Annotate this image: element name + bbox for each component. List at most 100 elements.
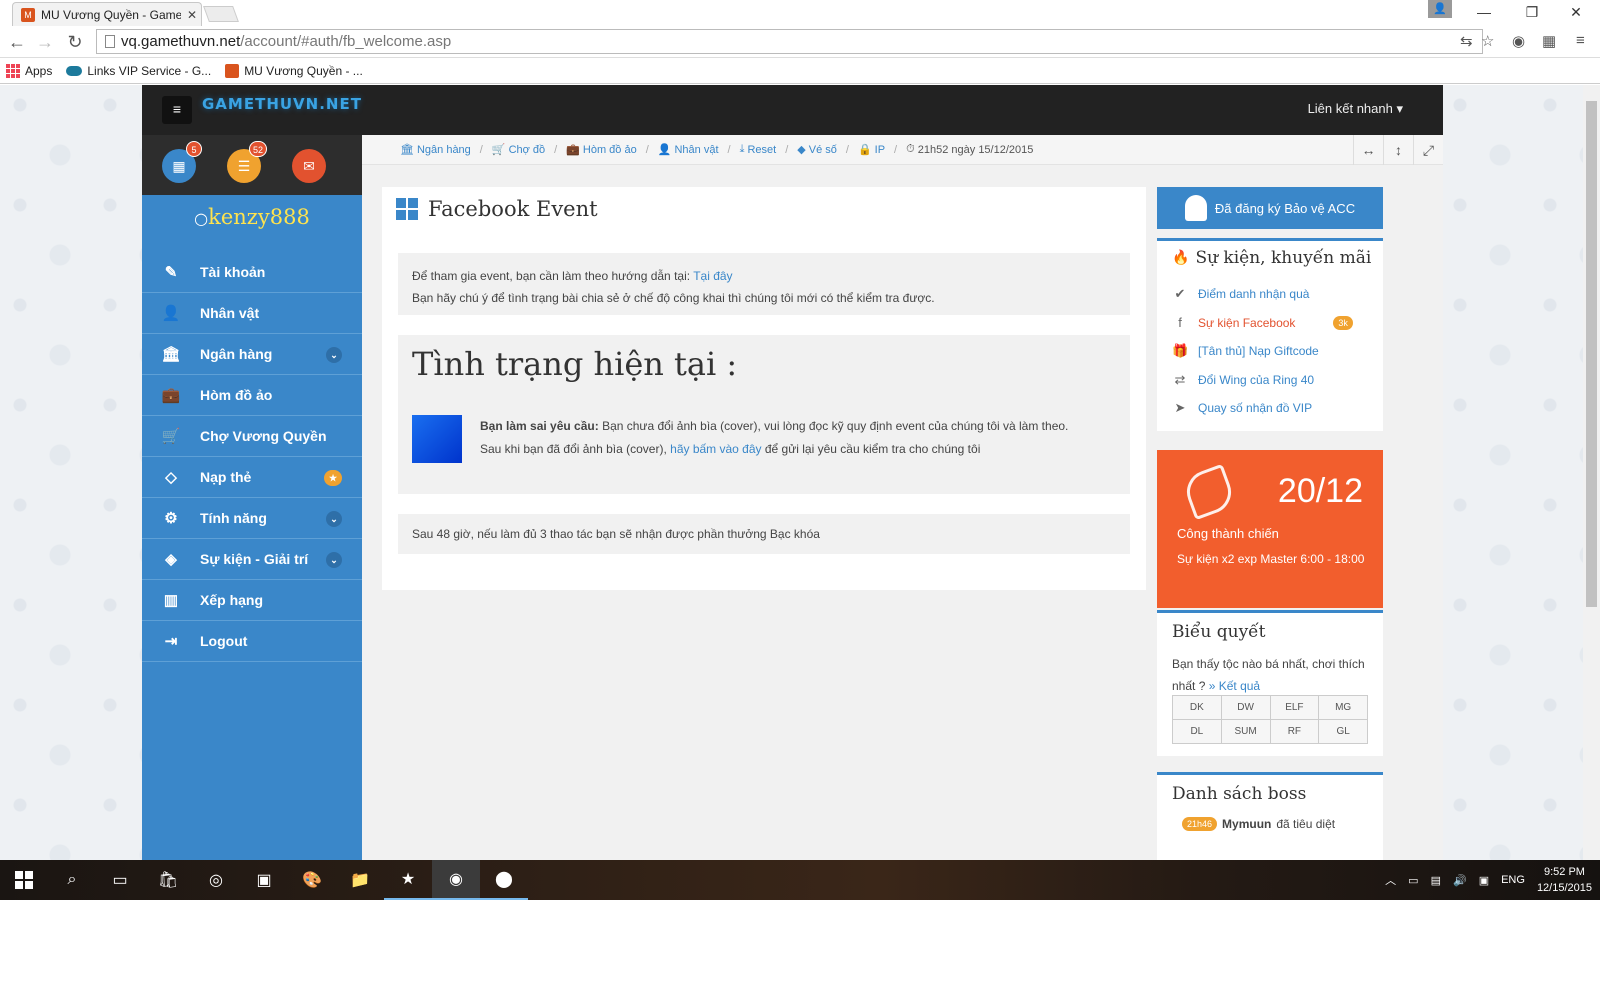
extension-icon[interactable]: ◉ [1512,32,1525,50]
network-icon[interactable]: ▤ [1431,874,1441,887]
profile-icon[interactable]: 👤 [1428,0,1452,18]
tools-app-icon[interactable]: ▣ [240,860,288,900]
sidebar-item-nhan-vat[interactable]: 👤 Nhân vật [142,293,362,334]
gift-icon: 🎁 [1172,343,1189,358]
new-tab-button[interactable] [203,6,239,22]
qr-icon[interactable]: ▦ [1542,32,1556,50]
crumb-ve-so[interactable]: ◆ Vé số [797,143,837,157]
store-icon[interactable]: 🛍 [144,860,192,900]
vote-option[interactable]: DK [1172,695,1222,720]
crumb-hom-do-ao[interactable]: 💼 Hòm đồ ảo [566,143,637,157]
sidebar-item-hom-do-ao[interactable]: 💼 Hòm đồ ảo [142,375,362,416]
sidebar-item-su-kien[interactable]: ◈ Sự kiện - Giải trí ⌄ [142,539,362,580]
crumb-reset[interactable]: ⤓ Reset [740,143,777,156]
main-panel: Facebook Event Để tham gia event, bạn cầ… [382,187,1146,590]
bookmark-star-icon[interactable]: ☆ [1481,32,1494,50]
star-badge-icon: ★ [324,470,342,486]
expand-horizontal-icon[interactable]: ↔ [1353,135,1383,165]
message-list-icon[interactable]: ☰ 52 [227,141,267,183]
vote-option[interactable]: GL [1318,719,1368,744]
bookmark-apps[interactable]: Apps [6,63,52,78]
restore-icon[interactable]: ❐ [1512,0,1552,24]
calendar-icon[interactable]: ▦ 5 [162,141,202,183]
vote-option[interactable]: RF [1269,719,1320,744]
fullscreen-icon[interactable]: ⤢ [1413,135,1443,165]
back-icon[interactable]: ← [6,32,28,53]
crumb-label: Ngân hàng [416,143,471,156]
minimize-icon[interactable]: — [1464,0,1504,24]
reload-icon[interactable]: ↻ [64,32,86,53]
crumb-ngan-hang[interactable]: 🏛 Ngân hàng [400,143,471,157]
site-logo[interactable]: GAMETHUVN.NET [202,95,362,113]
event-label: Quay số nhận đồ VIP [1198,401,1313,415]
task-view-icon[interactable]: ▭ [96,860,144,900]
hamburger-menu-icon[interactable]: ≡ [162,96,192,124]
close-tab-icon[interactable]: ✕ [187,8,197,22]
language-indicator[interactable]: ENG [1501,874,1525,886]
chevron-down-icon: ⌄ [326,347,342,363]
bank-icon: 🏛 [400,144,414,156]
sidebar-item-label: Nhân vật [200,305,260,321]
vote-option[interactable]: SUM [1220,719,1271,744]
sidebar-item-cho[interactable]: 🛒 Chợ Vương Quyền [142,416,362,457]
sidebar-item-ngan-hang[interactable]: 🏛 Ngân hàng ⌄ [142,334,362,375]
teamviewer-icon[interactable]: ◎ [192,860,240,900]
forward-icon[interactable]: → [34,32,56,53]
event-item-wing[interactable]: ⇄ Đổi Wing của Ring 40 [1172,372,1315,388]
close-window-icon[interactable]: ✕ [1556,0,1596,24]
status-text: Bạn làm sai yêu cầu: Bạn chưa đổi ảnh bì… [480,415,1120,461]
browser-tab[interactable]: M MU Vương Quyền - Game ✕ [12,2,202,26]
address-bar[interactable]: vq.gamethuvn.net/account/#auth/fb_welcom… [96,29,1483,54]
sidebar-item-nap-the[interactable]: ◇ Nạp thẻ ★ [142,457,362,498]
quick-links-dropdown[interactable]: Liên kết nhanh ▾ [1308,101,1403,117]
page-scrollbar[interactable] [1583,85,1600,860]
exchange-icon: ⇄ [1174,372,1186,387]
after-tail: để gửi lại yêu cầu kiểm tra cho chúng tô… [764,442,981,456]
resubmit-link[interactable]: hãy bấm vào đây [670,442,761,456]
download-icon: ⤓ [739,143,745,155]
scrollbar-thumb[interactable] [1586,101,1597,607]
vote-option[interactable]: DW [1220,695,1271,720]
star-app-icon[interactable]: ★ [384,860,432,900]
crumb-ip[interactable]: 🔒 IP [858,143,885,157]
paint-icon[interactable]: 🎨 [288,860,336,900]
crumb-nhan-vat[interactable]: 👤 Nhân vật [658,143,719,157]
site-favicon-icon [225,63,240,78]
vote-option[interactable]: MG [1318,695,1368,720]
briefcase-icon: 💼 [566,144,580,156]
notification-icon[interactable]: ▣ [1479,874,1489,887]
sidebar-item-tai-khoan[interactable]: ✎ Tài khoản [142,252,362,293]
translate-icon[interactable]: ⇆ [1460,32,1473,50]
volume-icon[interactable]: 🔊 [1453,874,1467,887]
bookmark-mu[interactable]: MU Vương Quyền - ... [225,63,363,78]
chat-icon[interactable]: ✉ [292,149,326,183]
search-icon[interactable]: ⌕ [48,860,96,900]
vote-option[interactable]: ELF [1269,695,1320,720]
event-item-diem-danh[interactable]: ✔ Điểm danh nhận quà [1172,286,1310,302]
start-button[interactable] [0,860,48,900]
events-panel: 🔥 Sự kiện, khuyến mãi ✔ Điểm danh nhận quà… [1157,238,1383,431]
url-host: vq.gamethuvn.net [121,33,241,50]
protect-account-button[interactable]: Đã đăng ký Bảo vệ ACC [1157,187,1383,229]
crumb-cho-do[interactable]: 🛒 Chợ đồ [492,143,545,157]
file-explorer-icon[interactable]: 📁 [336,860,384,900]
chevron-up-icon[interactable]: ︿ [1385,872,1396,888]
instructions-link[interactable]: Tại đây [693,269,732,283]
mu-game-icon[interactable]: ⬤ [480,860,528,900]
vote-option[interactable]: DL [1172,719,1222,744]
event-item-giftcode[interactable]: 🎁 [Tân thủ] Nạp Giftcode [1172,343,1319,359]
event-item-quay-so[interactable]: ➤ Quay số nhận đồ VIP [1172,400,1313,416]
event-label: Điểm danh nhận quà [1198,287,1310,301]
chrome-icon[interactable]: ◉ [432,860,480,900]
sidebar-item-xep-hang[interactable]: ▥ Xếp hạng [142,580,362,621]
sidebar-item-logout[interactable]: ⇥ Logout [142,621,362,662]
menu-icon[interactable]: ≡ [1576,32,1585,49]
expand-vertical-icon[interactable]: ↕ [1383,135,1413,165]
sidebar-item-tinh-nang[interactable]: ⚙ Tính năng ⌄ [142,498,362,539]
clock[interactable]: 9:52 PM 12/15/2015 [1537,864,1592,896]
bookmark-links-vip[interactable]: Links VIP Service - G... [66,64,211,78]
check-circle-icon: ✔ [1174,286,1186,301]
vote-result-link[interactable]: » Kết quả [1209,679,1260,693]
battery-icon[interactable]: ▭ [1408,874,1418,887]
event-item-facebook[interactable]: f Sự kiện Facebook 3k [1172,315,1353,330]
